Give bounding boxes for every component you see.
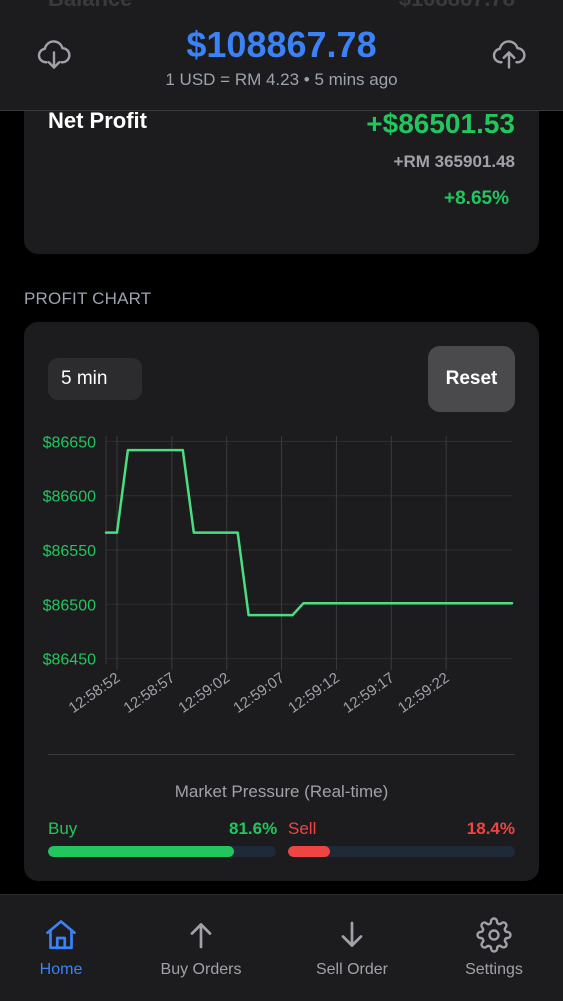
nav-buy-orders-label: Buy Orders [160,961,242,978]
net-profit-usd: +$86501.53 [366,108,515,139]
exchange-rate-line: 1 USD = RM 4.23 • 5 mins ago [165,70,398,89]
x-tick-label: 12:59:22 [395,669,453,716]
x-tick-label: 12:58:52 [66,669,124,716]
x-tick-label: 12:59:07 [230,669,288,716]
y-tick-label: $86600 [43,489,96,506]
buy-label: Buy [48,819,78,838]
buy-pressure-bar [48,846,276,857]
scrolled-balance-value: $108867.78 [399,0,515,12]
total-balance: $108867.78 [186,24,377,65]
sell-pressure-bar [288,846,515,857]
x-tick-label: 12:59:12 [285,669,343,716]
gear-icon [476,917,512,953]
y-tick-label: $86500 [43,597,96,614]
y-tick-label: $86550 [43,543,96,560]
app-screen: Net Profit +$86501.53 +RM 365901.48 +8.6… [0,0,563,1001]
arrow-down-icon [341,921,363,947]
nav-sell-order-label: Sell Order [315,961,389,978]
buy-pressure-fill [48,846,235,857]
net-profit-percent: +8.65% [444,188,509,209]
net-profit-rm: +RM 365901.48 [393,152,515,171]
buy-percent: 81.6% [229,819,278,838]
nav-buy-orders[interactable]: Buy Orders [131,895,271,1001]
home-icon [46,920,76,950]
profit-chart-card: 5 min Reset $86650 $86600 $86550 $86500 $864… [24,322,539,881]
nav-home-label: Home [39,961,83,978]
sell-percent: 18.4% [466,819,515,838]
nav-home[interactable]: Home [0,895,131,1001]
sell-label: Sell [288,819,317,838]
y-tick-label: $86450 [43,652,96,669]
scrolled-balance-label: Balance [48,0,132,12]
market-pressure-title: Market Pressure (Real-time) [174,782,389,801]
nav-sell-order[interactable]: Sell Order [282,895,422,1001]
net-profit-label: Net Profit [48,108,147,133]
top-header: Balance $108867.78 $108867.78 1 USD = RM… [0,0,563,111]
profit-chart-title: PROFIT CHART [24,289,152,308]
nav-settings-label: Settings [465,961,523,978]
x-tick-label: 12:59:02 [175,669,233,716]
y-tick-label: $86650 [43,434,96,451]
profit-series-line [104,448,514,617]
bottom-navigation: Home Buy Orders Sell Order Settings [0,894,563,1001]
nav-settings[interactable]: Settings [424,895,563,1001]
x-tick-label: 12:59:17 [340,669,398,716]
profit-line-chart: $86650$86600$86550$86500$8645012:58:5212… [43,434,514,717]
sell-pressure-fill [288,846,330,857]
arrow-up-icon [190,923,212,949]
x-tick-label: 12:58:57 [121,669,179,716]
chart-divider [48,754,515,755]
cloud-upload-icon[interactable] [491,36,527,72]
